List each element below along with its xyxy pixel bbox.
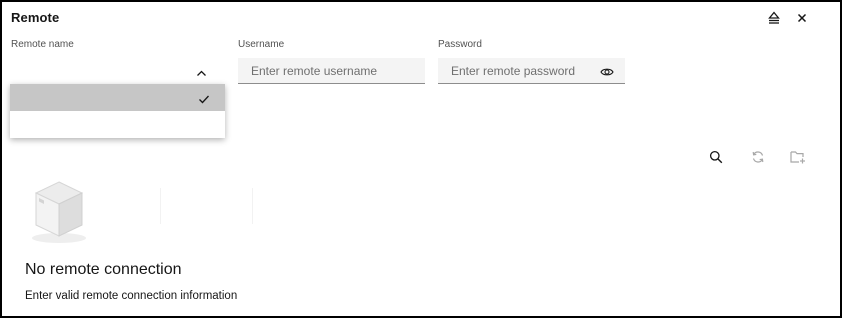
empty-state-description: Enter valid remote connection informatio… [25, 290, 238, 302]
password-label: Password [438, 39, 482, 50]
dialog-title: Remote [11, 10, 60, 25]
username-label: Username [238, 39, 285, 50]
close-icon[interactable] [793, 9, 811, 27]
dropdown-option[interactable] [10, 111, 225, 138]
password-input[interactable] [438, 58, 625, 83]
eject-icon[interactable] [765, 9, 783, 27]
empty-box-illustration [26, 178, 92, 248]
chevron-up-icon[interactable] [196, 66, 207, 84]
password-field[interactable] [438, 58, 625, 84]
remote-name-select[interactable] [10, 58, 225, 84]
checkmark-icon [198, 92, 210, 110]
empty-state-title: No remote connection [25, 261, 182, 278]
username-field[interactable] [238, 58, 425, 84]
divider [252, 188, 253, 224]
show-password-icon[interactable] [600, 65, 614, 83]
divider [160, 188, 161, 224]
remote-dialog: Remote Remote name Username Password Ent… [0, 0, 842, 318]
refresh-icon[interactable] [748, 147, 768, 167]
new-folder-icon[interactable] [788, 147, 808, 167]
username-input[interactable] [238, 58, 425, 83]
remote-name-label: Remote name [11, 39, 74, 50]
dropdown-option-selected[interactable] [10, 84, 225, 111]
search-icon[interactable] [706, 147, 726, 167]
remote-name-dropdown-menu [10, 84, 225, 138]
